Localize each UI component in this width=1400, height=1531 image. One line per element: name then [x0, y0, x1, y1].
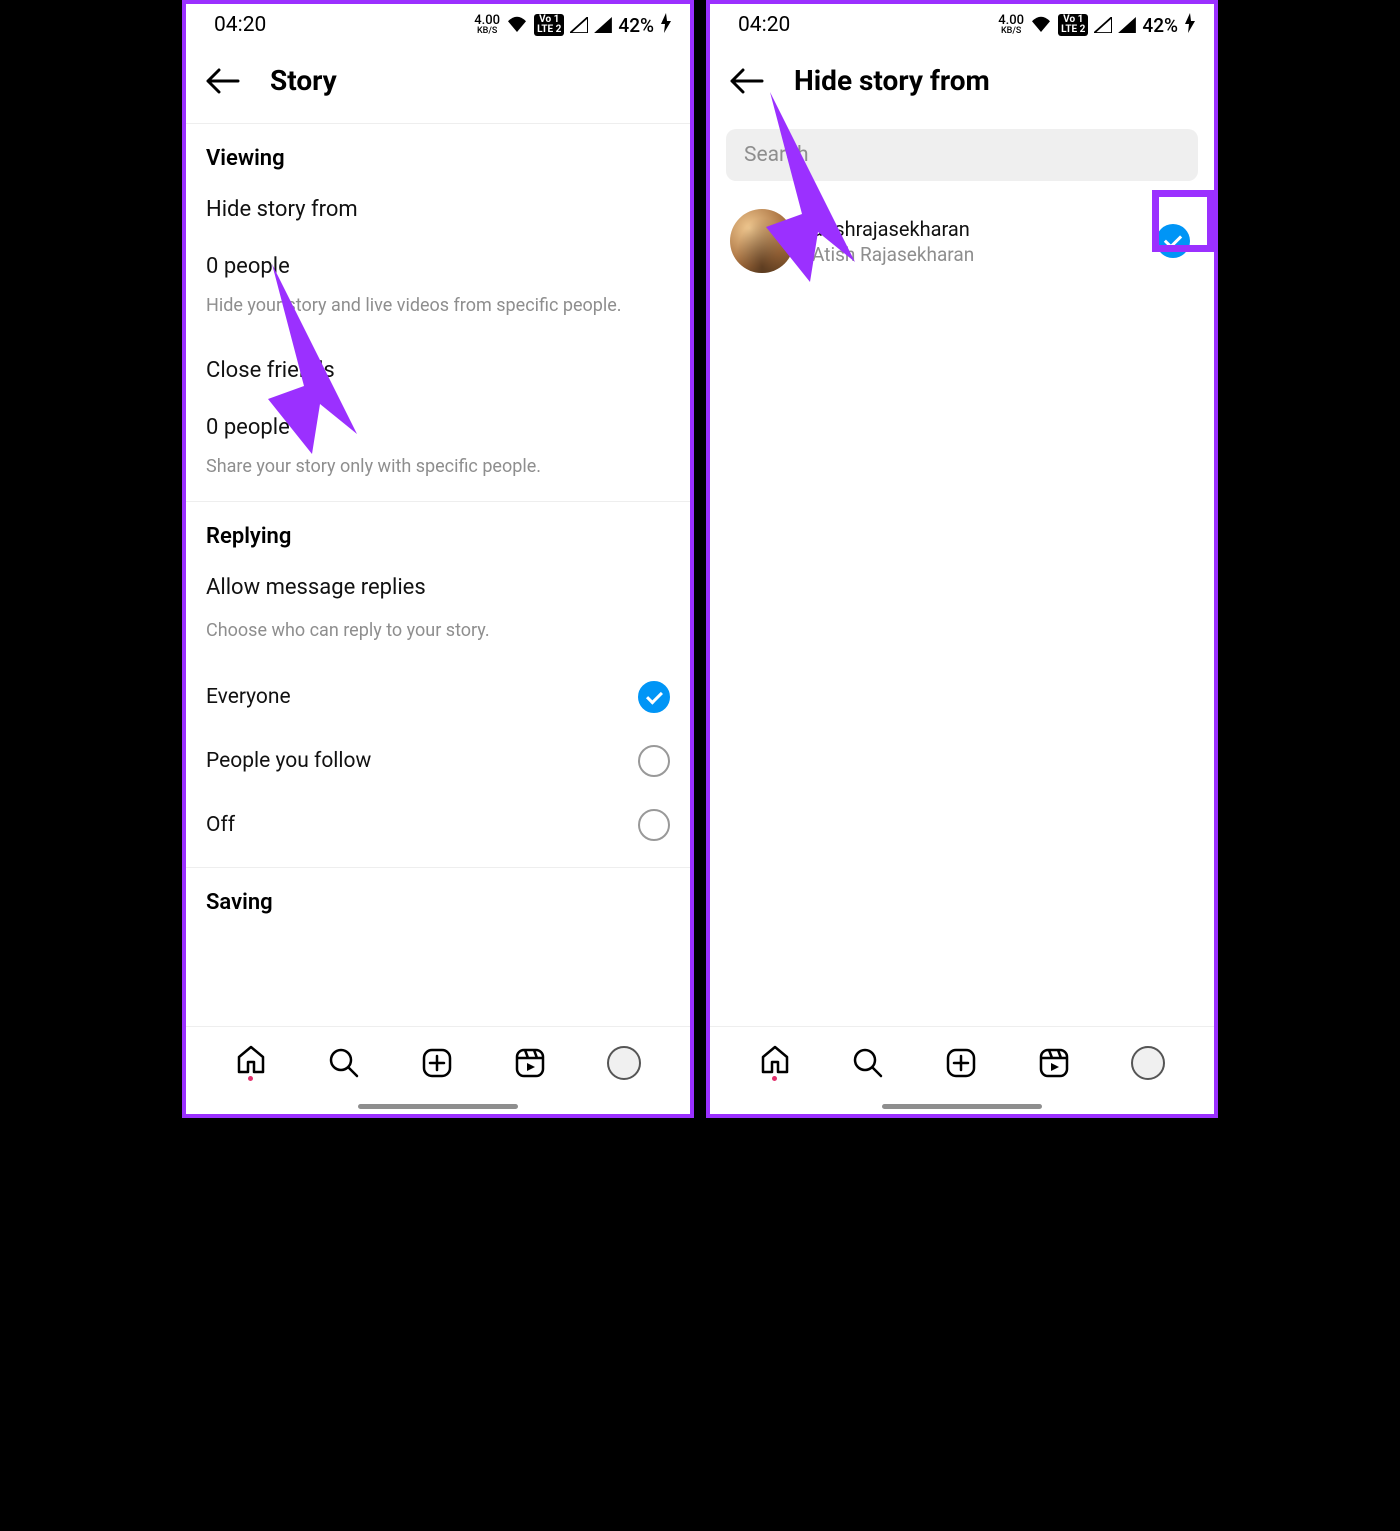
screenshot-hide-story-from: 04:20 4.00 KB/S Vo 1 LTE 2 42% — [706, 0, 1218, 1118]
header-bar: Hide story from — [710, 46, 1214, 123]
bottom-nav — [186, 1026, 690, 1098]
user-row[interactable]: atishrajasekharan Atish Rajasekharan — [710, 187, 1214, 295]
signal-icon-2 — [1118, 17, 1136, 33]
section-saving: Saving — [186, 868, 690, 923]
hide-story-desc: Hide your story and live videos from spe… — [186, 285, 690, 340]
radio-everyone-label: Everyone — [206, 685, 291, 709]
notification-dot-icon — [772, 1076, 777, 1081]
user-avatar — [730, 209, 794, 273]
close-friends-value[interactable]: 0 people — [186, 389, 690, 446]
hide-story-value[interactable]: 0 people — [186, 228, 690, 285]
profile-icon[interactable] — [1131, 1046, 1165, 1080]
signal-icon-2 — [594, 17, 612, 33]
hide-story-row[interactable]: Hide story from — [186, 179, 690, 228]
battery-text: 42% — [618, 14, 654, 37]
page-title: Hide story from — [794, 64, 990, 97]
selected-check-icon[interactable] — [1156, 224, 1190, 258]
allow-replies-label: Allow message replies — [206, 575, 670, 606]
reels-icon[interactable] — [514, 1047, 546, 1079]
close-friends-label: Close friends — [206, 358, 670, 389]
search-input[interactable]: Search — [726, 129, 1198, 181]
close-friends-row[interactable]: Close friends — [186, 340, 690, 389]
allow-replies-desc: Choose who can reply to your story. — [186, 606, 690, 665]
gesture-bar — [710, 1098, 1214, 1114]
create-icon[interactable] — [421, 1047, 453, 1079]
close-friends-desc: Share your story only with specific peop… — [186, 446, 690, 501]
signal-icon — [1094, 17, 1112, 33]
wifi-icon — [1030, 14, 1052, 36]
search-placeholder: Search — [744, 143, 809, 167]
screenshot-story-settings: 04:20 4.00 KB/S Vo 1 LTE 2 42% — [182, 0, 694, 1118]
radio-off[interactable]: Off — [186, 793, 690, 857]
network-speed-icon: 4.00 KB/S — [474, 14, 500, 36]
radio-follow-label: People you follow — [206, 749, 371, 773]
hide-story-label: Hide story from — [206, 197, 670, 228]
radio-follow[interactable]: People you follow — [186, 729, 690, 793]
page-title: Story — [270, 64, 337, 97]
fullname-label: Atish Rajasekharan — [812, 243, 974, 266]
username-label: atishrajasekharan — [812, 217, 974, 241]
home-icon[interactable] — [235, 1044, 267, 1081]
wifi-icon — [506, 14, 528, 36]
status-time: 04:20 — [214, 13, 266, 37]
back-arrow-icon[interactable] — [730, 68, 764, 94]
radio-unselected-icon[interactable] — [638, 745, 670, 777]
battery-text: 42% — [1142, 14, 1178, 37]
network-speed-icon: 4.00 KB/S — [998, 14, 1024, 36]
charging-icon — [1184, 13, 1196, 37]
create-icon[interactable] — [945, 1047, 977, 1079]
radio-off-label: Off — [206, 813, 235, 837]
radio-everyone[interactable]: Everyone — [186, 665, 690, 729]
bottom-nav — [710, 1026, 1214, 1098]
search-icon[interactable] — [328, 1047, 360, 1079]
signal-icon — [570, 17, 588, 33]
allow-replies-row: Allow message replies — [186, 557, 690, 606]
reels-icon[interactable] — [1038, 1047, 1070, 1079]
home-icon[interactable] — [759, 1044, 791, 1081]
search-icon[interactable] — [852, 1047, 884, 1079]
volte-icon: Vo 1 LTE 2 — [1058, 14, 1088, 36]
radio-unselected-icon[interactable] — [638, 809, 670, 841]
status-bar: 04:20 4.00 KB/S Vo 1 LTE 2 42% — [186, 4, 690, 46]
status-time: 04:20 — [738, 13, 790, 37]
charging-icon — [660, 13, 672, 37]
notification-dot-icon — [248, 1076, 253, 1081]
status-bar: 04:20 4.00 KB/S Vo 1 LTE 2 42% — [710, 4, 1214, 46]
section-viewing: Viewing — [186, 124, 690, 179]
radio-selected-icon[interactable] — [638, 681, 670, 713]
back-arrow-icon[interactable] — [206, 68, 240, 94]
volte-icon: Vo 1 LTE 2 — [534, 14, 564, 36]
profile-icon[interactable] — [607, 1046, 641, 1080]
header-bar: Story — [186, 46, 690, 123]
section-replying: Replying — [186, 502, 690, 557]
gesture-bar — [186, 1098, 690, 1114]
